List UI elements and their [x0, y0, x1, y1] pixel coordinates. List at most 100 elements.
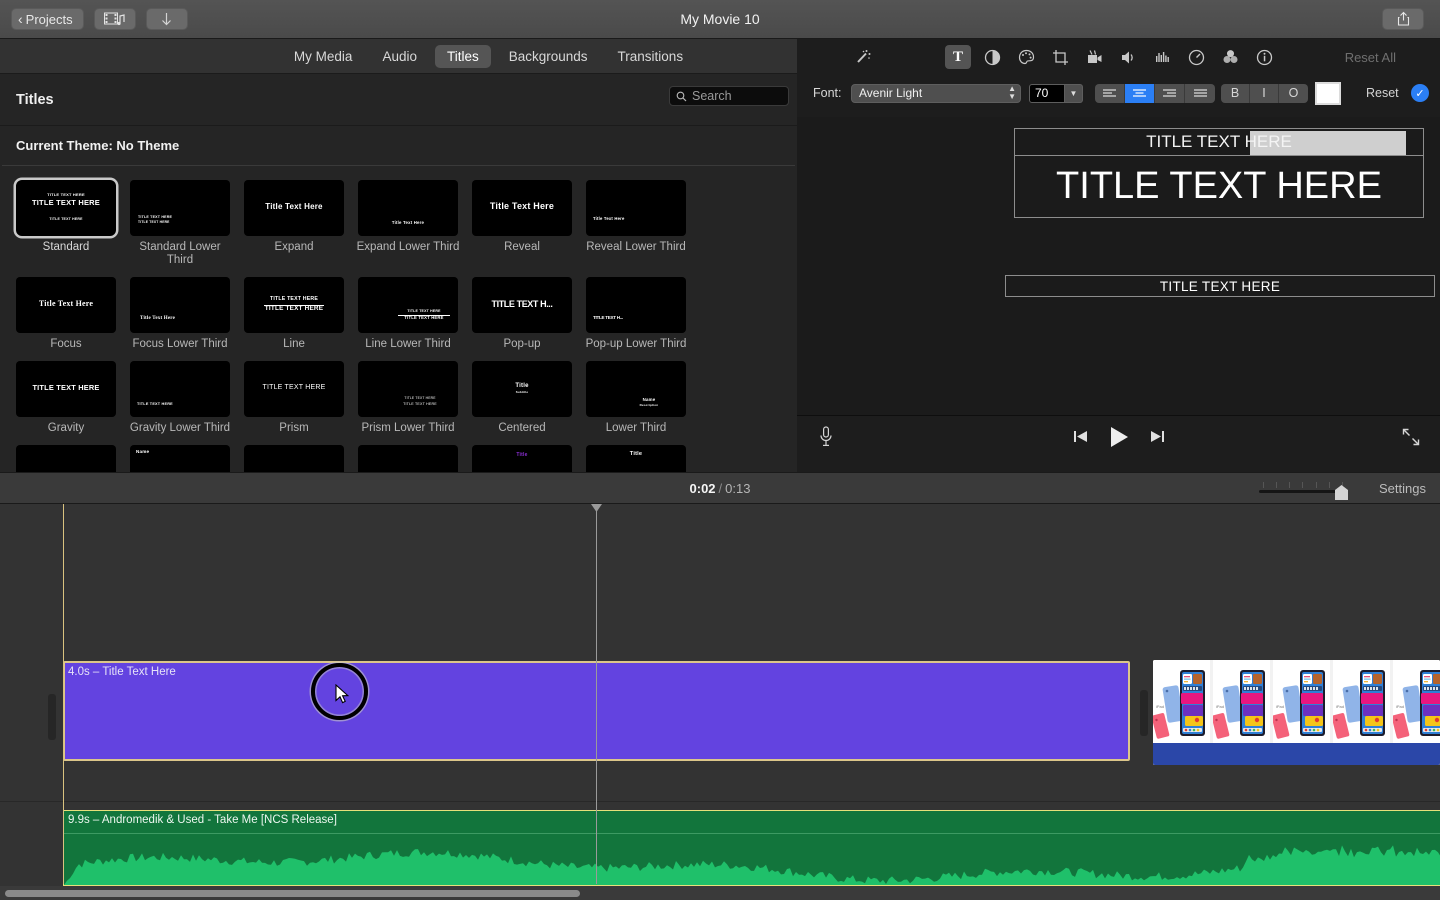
title-template-partial[interactable] — [9, 445, 123, 472]
title-template-prism[interactable]: TITLE TEXT HERE Prism — [237, 361, 351, 435]
title-thumbnail[interactable]: Title Subtitle — [472, 361, 572, 417]
playhead[interactable] — [591, 504, 602, 884]
title-template-partial[interactable] — [237, 445, 351, 472]
title-template-partial[interactable]: Title — [579, 445, 693, 472]
left-trim-handle[interactable] — [48, 694, 56, 740]
align-justify-button[interactable] — [1185, 83, 1215, 103]
text-color-swatch[interactable] — [1315, 81, 1341, 105]
tab-titles[interactable]: Titles — [434, 44, 491, 68]
subtitle-text-field[interactable]: TITLE TEXT HERE — [1014, 128, 1424, 156]
title-thumbnail[interactable]: Title Text Here — [358, 180, 458, 236]
title-template-lower-third[interactable]: Name Description Lower Third — [579, 361, 693, 435]
audio-clip[interactable]: 9.9s – Andromedik & Used - Take Me [NCS … — [63, 810, 1440, 886]
title-thumbnail[interactable] — [244, 445, 344, 472]
title-template-line[interactable]: TITLE TEXT HERE TITLE TEXT HERE Line — [237, 277, 351, 351]
title-template-popup[interactable]: TITLE TEXT H... Pop-up — [465, 277, 579, 351]
fullscreen-icon[interactable] — [1402, 428, 1420, 451]
title-thumbnail[interactable]: TITLE TEXT H... — [472, 277, 572, 333]
title-template-partial[interactable]: Name — [123, 445, 237, 472]
noise-reduction-icon[interactable] — [1149, 45, 1175, 69]
timeline[interactable]: 4.0s – Title Text Here iPad iPad iPad iPad i… — [0, 504, 1440, 900]
tab-transitions[interactable]: Transitions — [606, 45, 696, 68]
lower-title-text-field[interactable]: TITLE TEXT HERE — [1005, 275, 1435, 297]
title-template-focus[interactable]: Title Text Here Focus — [9, 277, 123, 351]
clip-filter-icon[interactable] — [1217, 45, 1243, 69]
title-template-prism-lower[interactable]: TITLE TEXT HERE TITLE TEXT HERE Prism Lowe… — [351, 361, 465, 435]
title-template-line-lower[interactable]: TITLE TEXT HERE TITLE TEXT HERE Line Lower… — [351, 277, 465, 351]
title-thumbnail[interactable] — [358, 445, 458, 472]
title-thumbnail[interactable]: Title Text Here — [130, 277, 230, 333]
title-thumbnail[interactable] — [16, 445, 116, 472]
outline-button[interactable]: O — [1279, 83, 1308, 103]
title-thumbnail[interactable]: TITLE TEXT HERE — [16, 361, 116, 417]
title-template-reveal[interactable]: Title Text Here Reveal — [465, 180, 579, 267]
video-clip[interactable]: iPad iPad iPad iPad iPad — [1153, 660, 1440, 765]
title-thumbnail[interactable]: TITLE TEXT HERE TITLE TEXT HERE — [130, 180, 230, 236]
volume-icon[interactable] — [1115, 45, 1141, 69]
align-left-button[interactable] — [1095, 83, 1125, 103]
skip-back-icon[interactable] — [1073, 429, 1088, 449]
color-balance-icon[interactable] — [979, 45, 1005, 69]
bold-button[interactable]: B — [1221, 83, 1250, 103]
search-input[interactable] — [692, 89, 780, 103]
title-thumbnail[interactable]: TITLE TEXT HERE TITLE TEXT HERE — [358, 277, 458, 333]
search-field[interactable] — [669, 86, 789, 106]
stabilization-icon[interactable] — [1081, 45, 1107, 69]
skip-forward-icon[interactable] — [1150, 429, 1165, 449]
timeline-settings-button[interactable]: Settings — [1379, 481, 1426, 496]
reset-all-button[interactable]: Reset All — [1345, 50, 1396, 65]
check-circle-icon[interactable]: ✓ — [1411, 84, 1429, 102]
tab-backgrounds[interactable]: Backgrounds — [497, 45, 600, 68]
title-thumbnail[interactable]: Title Text Here — [16, 277, 116, 333]
font-size-input[interactable]: 70 — [1029, 83, 1065, 103]
tab-audio[interactable]: Audio — [370, 45, 429, 68]
title-edit-stage[interactable]: TITLE TEXT HERE TITLE TEXT HERE TITLE TE… — [908, 128, 1435, 365]
title-thumbnail[interactable]: TITLE TEXT HERE TITLE TEXT HERE TITLE TEXT… — [16, 180, 116, 236]
play-icon[interactable] — [1109, 426, 1129, 453]
font-size-dropdown[interactable]: ▼ — [1065, 83, 1083, 103]
title-template-standard-lower[interactable]: TITLE TEXT HERE TITLE TEXT HERE Standard L… — [123, 180, 237, 267]
title-thumbnail[interactable]: Name — [130, 445, 230, 472]
title-template-standard[interactable]: TITLE TEXT HERE TITLE TEXT HERE TITLE TEXT… — [9, 180, 123, 267]
title-thumbnail[interactable]: TITLE TEXT HERE — [130, 361, 230, 417]
import-media-button[interactable] — [145, 8, 188, 30]
title-template-gravity[interactable]: TITLE TEXT HERE Gravity — [9, 361, 123, 435]
title-thumbnail[interactable]: Title Text Here — [472, 180, 572, 236]
title-thumbnail[interactable]: Title — [586, 445, 686, 472]
title-template-partial[interactable] — [351, 445, 465, 472]
align-center-button[interactable] — [1125, 83, 1155, 103]
main-title-text-field[interactable]: TITLE TEXT HERE — [1014, 155, 1424, 218]
title-thumbnail[interactable]: Name Description — [586, 361, 686, 417]
timeline-horizontal-scrollbar[interactable] — [0, 886, 1440, 900]
tab-my-media[interactable]: My Media — [282, 45, 365, 68]
scrollbar-thumb[interactable] — [5, 890, 580, 897]
title-template-centered[interactable]: Title Subtitle Centered — [465, 361, 579, 435]
projects-back-button[interactable]: ‹ Projects — [11, 8, 84, 30]
font-family-select[interactable]: Avenir Light ▲ ▼ — [851, 83, 1021, 103]
title-template-focus-lower[interactable]: Title Text Here Focus Lower Third — [123, 277, 237, 351]
preview-viewer[interactable]: TITLE TEXT HERE TITLE TEXT HERE TITLE TE… — [797, 117, 1440, 462]
title-template-expand-lower[interactable]: Title Text Here Expand Lower Third — [351, 180, 465, 267]
title-template-reveal-lower[interactable]: Title Text Here Reveal Lower Third — [579, 180, 693, 267]
align-right-button[interactable] — [1155, 83, 1185, 103]
title-thumbnail[interactable]: TITLE TEXT HERE — [244, 361, 344, 417]
title-thumbnail[interactable]: TITLE TEXT HERE TITLE TEXT HERE — [358, 361, 458, 417]
italic-button[interactable]: I — [1250, 83, 1279, 103]
timeline-zoom-slider[interactable] — [1259, 482, 1348, 500]
title-thumbnail[interactable]: TITLE TEXT HERE TITLE TEXT HERE — [244, 277, 344, 333]
title-template-partial[interactable]: Title — [465, 445, 579, 472]
title-template-popup-lower[interactable]: TITLE TEXT H... Pop-up Lower Third — [579, 277, 693, 351]
title-thumbnail[interactable]: TITLE TEXT H... — [586, 277, 686, 333]
title-text-icon[interactable]: T — [945, 45, 971, 69]
title-thumbnail[interactable]: Title Text Here — [244, 180, 344, 236]
title-thumbnail[interactable]: Title — [472, 445, 572, 472]
share-button[interactable] — [1382, 8, 1424, 30]
title-template-expand[interactable]: Title Text Here Expand — [237, 180, 351, 267]
titles-grid-scroll[interactable]: TITLE TEXT HERE TITLE TEXT HERE TITLE TEXT… — [0, 166, 797, 472]
magic-wand-icon[interactable] — [849, 45, 875, 69]
title-thumbnail[interactable]: Title Text Here — [586, 180, 686, 236]
info-icon[interactable] — [1251, 45, 1277, 69]
microphone-icon[interactable] — [819, 426, 833, 452]
title-template-gravity-lower[interactable]: TITLE TEXT HERE Gravity Lower Third — [123, 361, 237, 435]
color-correction-icon[interactable] — [1013, 45, 1039, 69]
